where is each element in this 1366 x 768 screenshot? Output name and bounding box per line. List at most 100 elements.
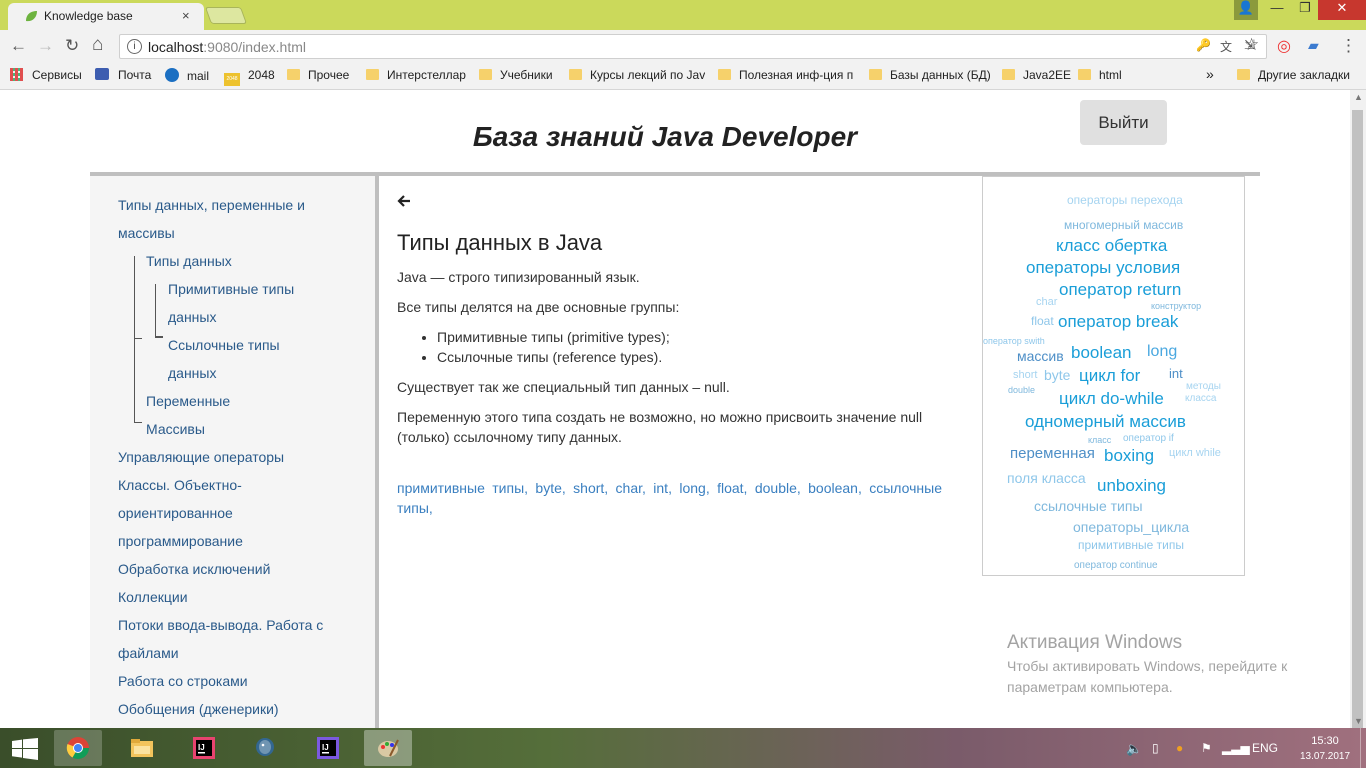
sidebar-item-types-variables[interactable]: Типы данных, переменные и xyxy=(118,191,305,219)
cloud-tag[interactable]: boolean xyxy=(1071,343,1132,363)
cloud-tag[interactable]: byte xyxy=(1044,367,1070,383)
cloud-tag[interactable]: unboxing xyxy=(1097,476,1166,496)
cloud-tag[interactable]: boxing xyxy=(1104,446,1154,466)
sidebar-item-io-streams-cont[interactable]: файлами xyxy=(118,639,179,667)
sidebar-item-classes-oop-cont2[interactable]: программирование xyxy=(118,527,243,555)
translate-icon[interactable]: 文 xyxy=(1220,38,1232,55)
cloud-tag[interactable]: цикл for xyxy=(1079,366,1140,386)
taskbar-paint[interactable] xyxy=(364,730,412,766)
sidebar-item-control-operators[interactable]: Управляющие операторы xyxy=(118,443,284,471)
bookmark-mail[interactable]: mail xyxy=(165,68,209,83)
cloud-tag[interactable]: конструктор xyxy=(1151,301,1201,311)
cloud-tag[interactable]: double xyxy=(1008,385,1035,395)
info-icon[interactable]: i xyxy=(127,39,142,54)
language-indicator[interactable]: ENG xyxy=(1252,741,1278,755)
bookmark-pochta[interactable]: Почта xyxy=(95,68,151,82)
taskbar-chrome[interactable] xyxy=(54,730,102,766)
bookmark-folder[interactable]: Базы данных (БД) xyxy=(869,68,991,82)
cloud-tag[interactable]: short xyxy=(1013,369,1037,381)
extension-icon[interactable]: ▰ xyxy=(1308,37,1319,54)
scrollbar-thumb[interactable] xyxy=(1352,110,1363,732)
cloud-tag[interactable]: long xyxy=(1147,343,1177,361)
cloud-tag[interactable]: ссылочные типы xyxy=(1034,498,1143,514)
sidebar-item-reference-types-cont[interactable]: данных xyxy=(168,359,216,387)
page-scrollbar[interactable]: ▲ ▼ xyxy=(1350,90,1366,732)
back-arrow-icon[interactable]: ← xyxy=(10,36,27,56)
close-button[interactable]: ✕ xyxy=(1318,0,1366,20)
cloud-tag[interactable]: float xyxy=(1031,314,1054,328)
sidebar-item-variables[interactable]: Переменные xyxy=(146,387,230,415)
sidebar-item-types-variables-cont[interactable]: массивы xyxy=(118,219,175,247)
sidebar-item-arrays[interactable]: Массивы xyxy=(146,415,205,443)
sidebar-item-classes-oop-cont[interactable]: ориентированное xyxy=(118,499,233,527)
extension-target-icon[interactable]: ◎ xyxy=(1277,36,1291,56)
cloud-tag[interactable]: оператор break xyxy=(1058,312,1178,332)
logout-button[interactable]: Выйти xyxy=(1080,100,1167,145)
sidebar-item-primitive-types-cont[interactable]: данных xyxy=(168,303,216,331)
cloud-tag[interactable]: char xyxy=(1036,296,1057,308)
bookmark-folder[interactable]: html xyxy=(1078,68,1122,82)
taskbar-intellij-1[interactable]: IJ xyxy=(180,730,228,766)
reload-icon[interactable]: ↻ xyxy=(65,36,79,56)
sidebar-item-reference-types[interactable]: Ссылочные типы xyxy=(168,331,280,359)
cloud-tag[interactable]: класс xyxy=(1088,435,1111,445)
volume-icon[interactable]: 🔈 xyxy=(1126,741,1142,757)
cloud-tag[interactable]: операторы_цикла xyxy=(1073,519,1189,535)
cloud-tag[interactable]: оператор if xyxy=(1123,433,1174,444)
new-tab-button[interactable] xyxy=(204,7,248,24)
device-icon[interactable]: ▯ xyxy=(1152,741,1159,755)
show-desktop-button[interactable] xyxy=(1360,728,1366,768)
cloud-tag[interactable]: оператор return xyxy=(1059,280,1181,300)
bookmark-2048[interactable]: 2048 2048 xyxy=(224,68,275,86)
taskbar-explorer[interactable] xyxy=(118,730,166,766)
bookmark-services[interactable]: Сервисы xyxy=(10,68,82,82)
cloud-tag[interactable]: одномерный массив xyxy=(1025,412,1186,432)
tab-close-icon[interactable]: × xyxy=(182,8,190,23)
tag-list[interactable]: примитивные типы, byte, short, char, int… xyxy=(397,478,942,518)
network-icon[interactable]: ▂▃▅ xyxy=(1222,741,1250,755)
cloud-tag[interactable]: операторы перехода xyxy=(1067,193,1183,207)
cloud-tag[interactable]: оператор continue xyxy=(1074,560,1158,571)
bookmark-folder[interactable]: Учебники xyxy=(479,68,553,82)
scroll-up-icon[interactable]: ▲ xyxy=(1354,92,1363,102)
cloud-tag[interactable]: класс обертка xyxy=(1056,236,1167,256)
cloud-tag[interactable]: массив xyxy=(1017,348,1064,364)
sidebar-item-collections[interactable]: Коллекции xyxy=(118,583,188,611)
clock[interactable]: 15:30 13.07.2017 xyxy=(1300,734,1350,764)
home-icon[interactable]: ⌂ xyxy=(92,34,103,56)
cloud-tag[interactable]: класса xyxy=(1185,393,1216,404)
sidebar-item-exceptions[interactable]: Обработка исключений xyxy=(118,555,270,583)
taskbar-postgres[interactable] xyxy=(241,730,289,766)
cloud-tag[interactable]: цикл while xyxy=(1169,447,1221,459)
flag-icon[interactable]: ⚑ xyxy=(1201,741,1212,755)
minimize-button[interactable]: — xyxy=(1262,0,1292,20)
back-arrow-icon[interactable] xyxy=(397,194,411,208)
maximize-button[interactable]: ❐ xyxy=(1292,0,1318,20)
browser-tab[interactable]: Knowledge base × xyxy=(8,3,204,30)
scroll-down-icon[interactable]: ▼ xyxy=(1354,716,1363,726)
app-tray-icon[interactable]: ● xyxy=(1176,741,1183,755)
bookmark-folder[interactable]: Java2EE xyxy=(1002,68,1071,82)
taskbar-intellij-2[interactable]: IJ xyxy=(304,730,352,766)
cloud-tag[interactable]: методы xyxy=(1186,381,1221,392)
cloud-tag[interactable]: многомерный массив xyxy=(1064,218,1183,232)
sidebar-item-strings[interactable]: Работа со строками xyxy=(118,667,248,695)
other-bookmarks[interactable]: Другие закладки xyxy=(1237,68,1350,82)
cloud-tag[interactable]: цикл do-while xyxy=(1059,389,1164,409)
cloud-tag[interactable]: оператор swith xyxy=(983,336,1045,346)
cloud-tag[interactable]: переменная xyxy=(1010,445,1095,462)
bookmark-folder[interactable]: Курсы лекций по Jav xyxy=(569,68,705,82)
bookmarks-more-button[interactable]: » xyxy=(1206,66,1214,82)
menu-icon[interactable]: ⋮ xyxy=(1340,36,1357,56)
address-bar[interactable]: i localhost:9080/index.html 🔑 文 ⇲ xyxy=(119,34,1267,59)
sidebar-item-data-types[interactable]: Типы данных xyxy=(146,247,232,275)
cloud-tag[interactable]: поля класса xyxy=(1007,470,1086,486)
user-icon[interactable]: 👤 xyxy=(1234,0,1258,20)
bookmark-folder[interactable]: Полезная инф-ция п xyxy=(718,68,854,82)
windows-start-icon[interactable] xyxy=(12,738,38,760)
bookmark-folder[interactable]: Интерстеллар xyxy=(366,68,466,82)
forward-arrow-icon[interactable]: → xyxy=(37,36,54,56)
cloud-tag[interactable]: примитивные типы xyxy=(1078,538,1184,552)
sidebar-item-io-streams[interactable]: Потоки ввода-вывода. Работа с xyxy=(118,611,323,639)
star-icon[interactable]: ☆ xyxy=(1244,35,1259,55)
